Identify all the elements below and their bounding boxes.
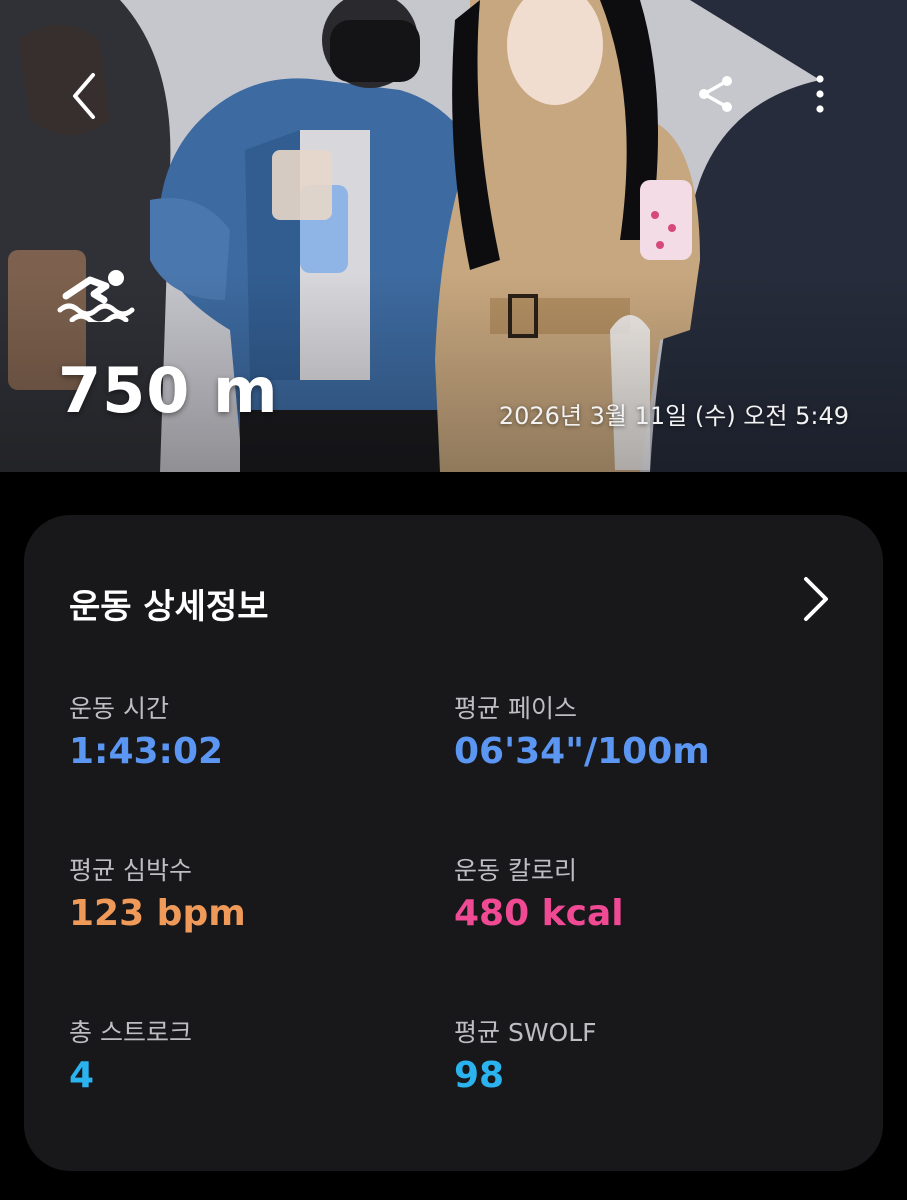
swimming-icon [57,270,135,322]
details-header-link[interactable]: 운동 상세정보 [24,515,883,685]
workout-datetime: 2026년 3월 11일 (수) 오전 5:49 [498,402,849,430]
share-button[interactable] [690,68,742,120]
metric-value-avg-pace: 06'34"/100m [454,731,710,772]
hero-banner: 750 m 2026년 3월 11일 (수) 오전 5:49 [0,0,907,472]
workout-distance: 750 m [58,354,279,427]
more-options-button[interactable] [798,68,842,120]
metric-value-calories: 480 kcal [454,893,624,934]
metric-label-calories: 운동 칼로리 [454,856,577,885]
metric-label-avg-heart-rate: 평균 심박수 [69,856,192,885]
metric-label-total-strokes: 총 스트로크 [69,1018,192,1047]
chevron-right-icon [804,577,828,621]
chevron-left-icon [73,73,95,119]
details-title: 운동 상세정보 [69,587,269,627]
metric-value-total-strokes: 4 [69,1055,95,1096]
workout-screen: 750 m 2026년 3월 11일 (수) 오전 5:49 운동 상세정보 운… [0,0,907,1200]
back-button[interactable] [58,66,110,126]
metric-value-duration: 1:43:02 [69,731,224,772]
metric-label-avg-swolf: 평균 SWOLF [454,1018,597,1047]
share-icon [699,76,732,112]
metric-value-avg-heart-rate: 123 bpm [69,893,246,934]
metric-value-avg-swolf: 98 [454,1055,505,1096]
more-vertical-icon [816,75,824,113]
workout-details-card: 운동 상세정보 운동 시간 1:43:02 평균 페이스 06'34"/100m… [24,515,883,1171]
metric-label-avg-pace: 평균 페이스 [454,694,577,723]
metric-label-duration: 운동 시간 [69,694,169,723]
